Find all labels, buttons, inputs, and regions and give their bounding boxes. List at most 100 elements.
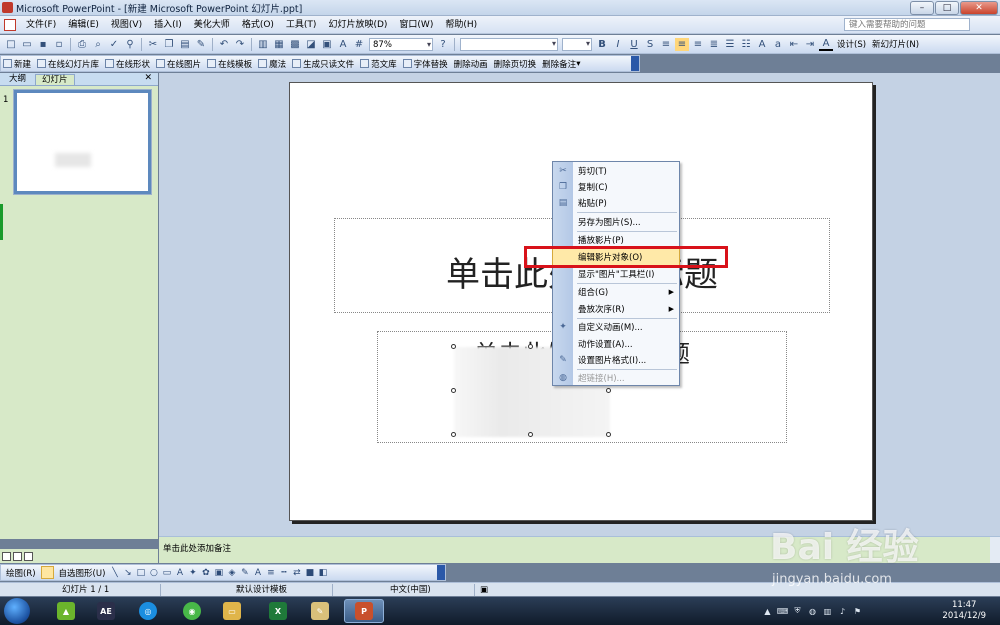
taskbar-app-paint[interactable]: ✎ [300,599,340,623]
menu-slideshow[interactable]: 幻灯片放映(D) [322,17,393,33]
wordart-icon[interactable]: A [174,567,185,578]
resize-handle[interactable] [606,432,611,437]
toolbar2-online-slides[interactable]: 在线幻灯片库 [37,58,99,70]
toolbar2-online-pictures[interactable]: 在线图片 [156,58,201,70]
grid-icon[interactable]: # [352,38,366,51]
font-color-icon[interactable]: A [252,567,263,578]
menu-show-picture-toolbar[interactable]: 显示"图片"工具栏(I) [553,266,679,282]
tables-borders-icon[interactable]: ▩ [288,38,302,51]
permission-icon[interactable]: ▫ [52,38,66,51]
help-search-input[interactable]: 键入需要帮助的问题 [844,18,970,31]
start-button[interactable] [4,598,30,624]
clipart-icon[interactable]: ✿ [200,567,211,578]
increase-font-icon[interactable]: A [755,38,769,51]
flag-icon[interactable]: ⚑ [853,607,862,616]
font-color-icon[interactable]: A [819,38,833,51]
resize-handle[interactable] [451,344,456,349]
spelling-icon[interactable]: ✓ [107,38,121,51]
bold-icon[interactable]: B [595,38,609,51]
new-slide-button[interactable]: 新幻灯片(N) [872,38,919,50]
close-icon[interactable]: ✕ [144,73,152,83]
line-style-icon[interactable]: ≡ [265,567,276,578]
tab-outline[interactable]: 大纲 [3,74,32,85]
toolbar2-delete-notes[interactable]: 删除备注 ▾ [542,58,580,70]
oval-icon[interactable]: ○ [148,567,159,578]
toolbar2-online-shapes[interactable]: 在线形状 [105,58,150,70]
taskbar-app-explorer[interactable]: ▭ [212,599,252,623]
toolbar2-delete-transition[interactable]: 删除页切换 [494,58,537,70]
resize-handle[interactable] [528,344,533,349]
shield-icon[interactable]: ⛨ [793,606,802,616]
menu-edit[interactable]: 编辑(E) [62,17,105,33]
toolbar2-font-replace[interactable]: 字体替换 [402,58,448,70]
arrow-icon[interactable]: ↘ [122,567,133,578]
redo-icon[interactable]: ↷ [233,38,247,51]
cut-icon[interactable]: ✂ [146,38,160,51]
research-icon[interactable]: ⚲ [123,38,137,51]
taskbar-app-browser[interactable]: ◎ [128,599,168,623]
notes-scrollbar[interactable] [990,537,1000,563]
menu-paste[interactable]: ▤ 粘贴(P) [553,195,679,211]
paste-icon[interactable]: ▤ [178,38,192,51]
shadow-icon[interactable]: S [643,38,657,51]
resize-handle[interactable] [451,432,456,437]
menu-hyperlink[interactable]: ◍ 超链接(H)... [553,370,679,386]
menu-view[interactable]: 视图(V) [105,17,148,33]
slide-thumbnail[interactable] [13,89,152,195]
decrease-font-icon[interactable]: a [771,38,785,51]
undo-icon[interactable]: ↶ [217,38,231,51]
menu-tools[interactable]: 工具(T) [280,17,323,33]
italic-icon[interactable]: I [611,38,625,51]
taskbar-app-ae[interactable]: AE [86,599,126,623]
taskbar-app-powerpoint[interactable]: P [344,599,384,623]
dash-style-icon[interactable]: ┅ [278,567,289,578]
align-center-icon[interactable]: ≡ [675,37,689,51]
print-preview-icon[interactable]: ⌕ [91,38,105,51]
tray-app-icon[interactable]: ◍ [808,607,817,616]
taskbar-app-excel[interactable]: X [258,599,298,623]
new-icon[interactable]: □ [4,38,18,51]
toolbar2-new[interactable]: 新建 [3,58,31,70]
menu-save-as-picture[interactable]: 另存为图片(S)... [553,214,679,230]
insert-chart-icon[interactable]: ▥ [256,38,270,51]
distribute-icon[interactable]: ≣ [707,38,721,51]
zoom-select[interactable]: 87% [369,37,433,51]
font-name-select[interactable] [460,37,558,51]
menu-copy[interactable]: ❐ 复制(C) [553,179,679,195]
format-painter-icon[interactable]: ✎ [194,38,208,51]
font-size-select[interactable] [562,37,592,51]
close-button[interactable]: ✕ [960,1,998,15]
show-formatting-icon[interactable]: A [336,38,350,51]
save-icon[interactable]: ▪ [36,38,50,51]
volume-icon[interactable]: ♪ [838,607,847,616]
menu-help[interactable]: 帮助(H) [439,17,483,33]
textbox-icon[interactable]: ▭ [161,567,172,578]
align-left-icon[interactable]: ≡ [659,38,673,51]
panel-splitter[interactable] [0,204,3,240]
network-icon[interactable]: ▥ [823,607,832,616]
menu-group[interactable]: 组合(G) ▶ [553,284,679,300]
fill-color-icon[interactable]: ◈ [226,567,237,578]
slide-sorter-view-button[interactable] [13,551,22,561]
toolbar2-magic[interactable]: 魔法 [258,58,286,70]
align-right-icon[interactable]: ≡ [691,38,705,51]
toolbar2-delete-animation[interactable]: 删除动画 [454,58,488,70]
menu-insert[interactable]: 插入(I) [148,17,188,33]
system-clock[interactable]: 11:47 2014/12/9 [942,600,986,622]
maximize-button[interactable]: □ [935,1,959,15]
resize-handle[interactable] [451,388,456,393]
insert-table-icon[interactable]: ▦ [272,38,286,51]
help-icon[interactable]: ? [436,38,450,51]
numbering-icon[interactable]: ☰ [723,38,737,51]
toolbar-options-button[interactable] [631,56,639,71]
toolbar-options-button[interactable] [437,565,445,580]
menu-order[interactable]: 叠放次序(R) ▶ [553,301,679,317]
menu-beautify[interactable]: 美化大师 [188,17,236,33]
tab-slides[interactable]: 幻灯片 [35,74,75,85]
bullets-icon[interactable]: ☷ [739,38,753,51]
underline-icon[interactable]: U [627,38,641,51]
resize-handle[interactable] [606,388,611,393]
decrease-indent-icon[interactable]: ⇤ [787,38,801,51]
keyboard-icon[interactable]: ⌨ [777,607,789,616]
open-icon[interactable]: ▭ [20,38,34,51]
